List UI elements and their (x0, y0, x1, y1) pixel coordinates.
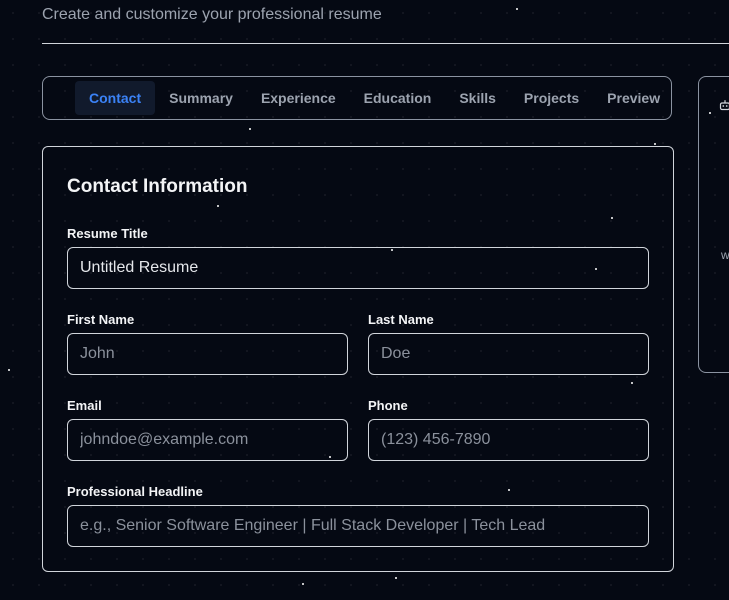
phone-label: Phone (368, 398, 408, 413)
tab-preview[interactable]: Preview (593, 81, 674, 115)
side-panel-text: w (721, 248, 729, 262)
resume-builder-page: Create and customize your professional r… (0, 0, 729, 600)
resume-title-label: Resume Title (67, 226, 148, 241)
last-name-label: Last Name (368, 312, 434, 327)
page-subtitle: Create and customize your professional r… (42, 6, 382, 23)
headline-input[interactable] (67, 505, 649, 547)
phone-input[interactable] (368, 419, 649, 461)
tab-projects[interactable]: Projects (510, 81, 593, 115)
email-input[interactable] (67, 419, 348, 461)
email-label: Email (67, 398, 102, 413)
tab-education[interactable]: Education (350, 81, 446, 115)
ai-assistant-panel: w (698, 76, 729, 373)
headline-label: Professional Headline (67, 484, 203, 499)
last-name-input[interactable] (368, 333, 649, 375)
first-name-input[interactable] (67, 333, 348, 375)
tab-experience[interactable]: Experience (247, 81, 350, 115)
first-name-label: First Name (67, 312, 135, 327)
header-divider (42, 43, 729, 44)
section-tabs: Contact Summary Experience Education Ski… (42, 76, 672, 120)
card-title: Contact Information (67, 176, 248, 197)
resume-title-input[interactable] (67, 247, 649, 289)
robot-icon (719, 99, 729, 114)
contact-form-card: Contact Information Resume Title First N… (42, 146, 674, 572)
tab-summary[interactable]: Summary (155, 81, 247, 115)
tab-skills[interactable]: Skills (445, 81, 510, 115)
tab-contact[interactable]: Contact (75, 81, 156, 115)
